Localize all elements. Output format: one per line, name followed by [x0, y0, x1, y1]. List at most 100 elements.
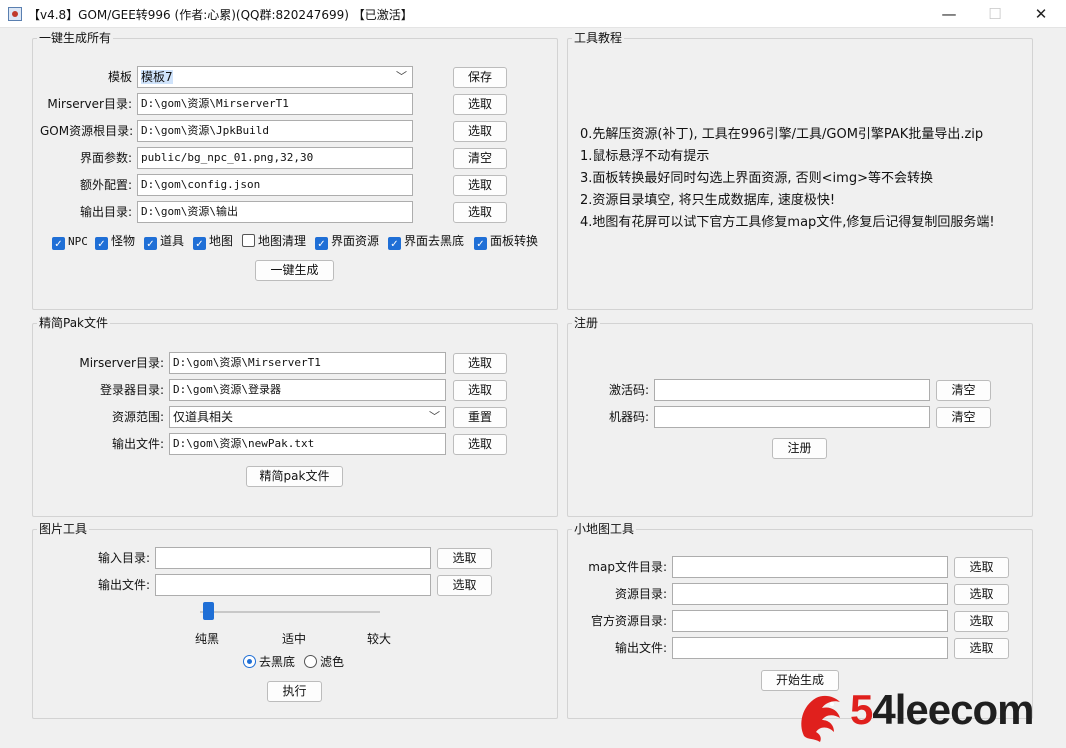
black-threshold-slider-thumb[interactable]	[203, 602, 214, 620]
checkbox-label: 地图清理	[258, 234, 307, 248]
checkmark-icon: ✓	[388, 237, 401, 250]
mirserver-label: Mirserver目录:	[47, 97, 132, 111]
resource-scope-label: 资源范围:	[111, 410, 164, 424]
extra-config-field[interactable]: D:\gom\config.json	[137, 174, 413, 196]
ui-params-label: 界面参数:	[79, 151, 132, 165]
template-select[interactable]: 模板7 ﹀	[137, 66, 413, 88]
slider-tick-label: 适中	[282, 632, 307, 646]
output-dir-select-button[interactable]: 选取	[453, 202, 507, 223]
pak-mirserver-field[interactable]: D:\gom\资源\MirserverT1	[169, 352, 446, 374]
image-tool-title: 图片工具	[37, 522, 90, 536]
pak-output-field[interactable]: D:\gom\资源\newPak.txt	[169, 433, 446, 455]
tutorial-line: 4.地图有花屏可以试下官方工具修复map文件,修复后记得复制回服务端!	[580, 215, 995, 230]
radio-screen-color[interactable]: 滤色	[304, 654, 344, 670]
gom-root-select-button[interactable]: 选取	[453, 121, 507, 142]
radio-empty-icon	[304, 655, 317, 668]
launcher-dir-label: 登录器目录:	[99, 383, 164, 397]
checkbox-panel-convert[interactable]: ✓ 面板转换	[474, 233, 539, 250]
image-output-select-button[interactable]: 选取	[437, 575, 492, 596]
checkmark-icon: ✓	[144, 237, 157, 250]
map-dir-select-button[interactable]: 选取	[954, 557, 1009, 578]
minimap-resource-field[interactable]	[672, 583, 948, 605]
resource-scope-value: 仅道具相关	[173, 410, 234, 424]
checkmark-icon: ✓	[315, 237, 328, 250]
minimap-resource-select-button[interactable]: 选取	[954, 584, 1009, 605]
checkbox-label: 界面资源	[331, 234, 380, 248]
ui-params-clear-button[interactable]: 清空	[453, 148, 507, 169]
activation-code-label: 激活码:	[608, 383, 649, 397]
tutorial-line: 3.面板转换最好同时勾选上界面资源, 否则<img>等不会转换	[580, 171, 933, 186]
checkbox-monster[interactable]: ✓ 怪物	[95, 233, 136, 250]
checkbox-ui-remove-black[interactable]: ✓ 界面去黑底	[388, 233, 465, 250]
input-dir-label: 输入目录:	[97, 551, 150, 565]
maximize-icon[interactable]: ☐	[972, 0, 1018, 28]
save-button[interactable]: 保存	[453, 67, 507, 88]
tutorial-line: 0.先解压资源(补丁), 工具在996引擎/工具/GOM引擎PAK批量导出.zi…	[580, 127, 984, 142]
watermark-text: 54leecom	[850, 686, 1034, 734]
input-dir-field[interactable]	[155, 547, 431, 569]
activation-clear-button[interactable]: 清空	[936, 380, 991, 401]
close-icon[interactable]: ✕	[1018, 0, 1064, 28]
title-bar: 【v4.8】GOM/GEE转996 (作者:心累)(QQ群:820247699)…	[0, 0, 1066, 28]
mirserver-field[interactable]: D:\gom\资源\MirserverT1	[137, 93, 413, 115]
machine-clear-button[interactable]: 清空	[936, 407, 991, 428]
input-dir-select-button[interactable]: 选取	[437, 548, 492, 569]
checkbox-label: 道具	[160, 234, 185, 248]
generate-all-button[interactable]: 一键生成	[255, 260, 334, 281]
checkbox-map[interactable]: ✓ 地图	[193, 233, 233, 250]
minimap-title: 小地图工具	[572, 522, 637, 536]
pak-output-select-button[interactable]: 选取	[453, 434, 507, 455]
map-dir-label: map文件目录:	[588, 560, 667, 574]
window-title: 【v4.8】GOM/GEE转996 (作者:心累)(QQ群:820247699)…	[28, 8, 413, 22]
register-button[interactable]: 注册	[772, 438, 827, 459]
checkbox-item[interactable]: ✓ 道具	[144, 233, 185, 250]
machine-code-label: 机器码:	[608, 410, 649, 424]
radio-remove-black[interactable]: 去黑底	[243, 654, 295, 670]
minimize-icon[interactable]: —	[926, 0, 972, 28]
checkbox-map-clean[interactable]: 地图清理	[242, 233, 306, 249]
checkbox-npc[interactable]: ✓ NPC	[52, 233, 88, 250]
checkbox-label: 面板转换	[490, 234, 539, 248]
minimap-resource-label: 资源目录:	[614, 587, 667, 601]
checkbox-label: 怪物	[111, 234, 136, 248]
image-output-label: 输出文件:	[97, 578, 150, 592]
ui-params-field[interactable]: public/bg_npc_01.png,32,30	[137, 147, 413, 169]
gom-root-field[interactable]: D:\gom\资源\JpkBuild	[137, 120, 413, 142]
official-resource-select-button[interactable]: 选取	[954, 611, 1009, 632]
register-title: 注册	[572, 316, 601, 330]
launcher-dir-field[interactable]: D:\gom\资源\登录器	[169, 379, 446, 401]
pak-mirserver-select-button[interactable]: 选取	[453, 353, 507, 374]
official-resource-field[interactable]	[672, 610, 948, 632]
template-select-value: 模板7	[141, 70, 173, 84]
chevron-down-icon: ﹀	[429, 410, 440, 423]
activation-code-field[interactable]	[654, 379, 930, 401]
checkbox-label: NPC	[68, 235, 88, 248]
extra-config-select-button[interactable]: 选取	[453, 175, 507, 196]
slider-tick-label: 纯黑	[195, 632, 220, 646]
execute-button[interactable]: 执行	[267, 681, 322, 702]
minimap-output-field[interactable]	[672, 637, 948, 659]
mirserver-select-button[interactable]: 选取	[453, 94, 507, 115]
resource-scope-select[interactable]: 仅道具相关 ﹀	[169, 406, 446, 428]
slider-tick-label: 较大	[367, 632, 392, 646]
minimap-output-select-button[interactable]: 选取	[954, 638, 1009, 659]
official-resource-label: 官方资源目录:	[590, 614, 667, 628]
watermark-five: 5	[850, 686, 873, 733]
checkbox-ui-resource[interactable]: ✓ 界面资源	[315, 233, 380, 250]
tutorial-line: 2.资源目录填空, 将只生成数据库, 速度极快!	[580, 193, 836, 208]
map-dir-field[interactable]	[672, 556, 948, 578]
radio-selected-icon	[243, 655, 256, 668]
simplify-pak-button[interactable]: 精简pak文件	[246, 466, 343, 487]
image-output-field[interactable]	[155, 574, 431, 596]
minimap-output-label: 输出文件:	[614, 641, 667, 655]
pak-output-label: 输出文件:	[111, 437, 164, 451]
checkbox-label: 界面去黑底	[404, 234, 465, 248]
black-threshold-slider-track[interactable]	[200, 611, 380, 613]
output-dir-field[interactable]: D:\gom\资源\输出	[137, 201, 413, 223]
launcher-dir-select-button[interactable]: 选取	[453, 380, 507, 401]
machine-code-field[interactable]	[654, 406, 930, 428]
radio-label: 滤色	[320, 655, 345, 669]
gom-root-label: GOM资源根目录:	[40, 124, 134, 138]
reset-button[interactable]: 重置	[453, 407, 507, 428]
chevron-down-icon: ﹀	[396, 70, 407, 83]
